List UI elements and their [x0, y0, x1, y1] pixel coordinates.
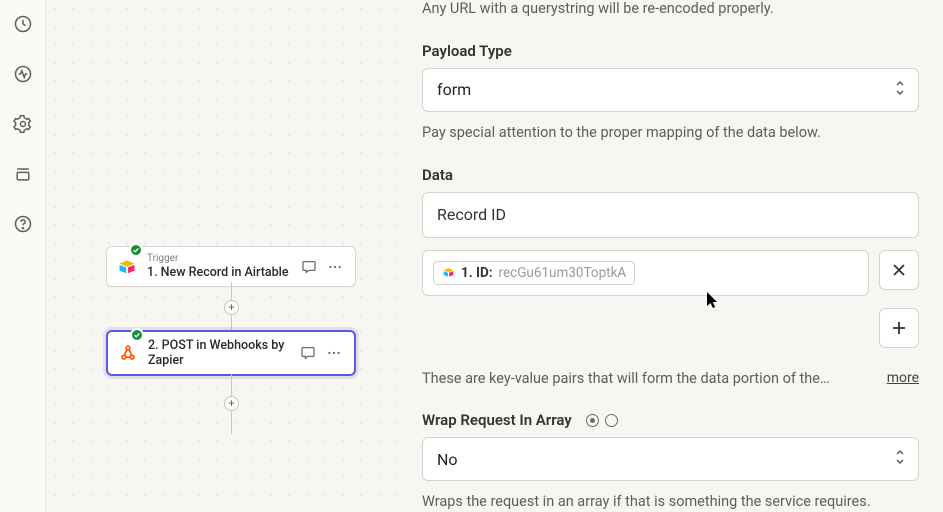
data-key-value: Record ID — [437, 205, 506, 224]
chevron-updown-icon — [894, 79, 906, 101]
radio-option[interactable] — [605, 414, 618, 427]
data-key-input[interactable]: Record ID — [422, 192, 919, 238]
radio-option-selected[interactable] — [586, 414, 599, 427]
step-title: 2. POST in Webhooks by Zapier — [148, 338, 292, 368]
airtable-icon — [442, 266, 455, 279]
webhooks-icon — [116, 341, 140, 365]
payload-type-value: form — [437, 80, 471, 99]
mapped-pill-value: recGu61um30ToptkA — [499, 265, 627, 281]
more-menu-icon[interactable] — [322, 341, 346, 365]
payload-type-select[interactable]: form — [422, 68, 919, 112]
status-ok-icon — [129, 243, 143, 257]
data-section-label: Data — [422, 166, 919, 184]
mapped-pill-step: 1. ID: — [461, 265, 493, 281]
step-settings-panel: Any URL with a querystring will be re-en… — [406, 0, 943, 512]
wrap-helper-text: Wraps the request in an array if that is… — [422, 491, 919, 512]
status-ok-icon — [130, 328, 144, 342]
clock-icon[interactable] — [9, 10, 37, 38]
data-helper-text: These are key-value pairs that will form… — [422, 368, 830, 390]
activity-icon[interactable] — [9, 60, 37, 88]
url-helper-text: Any URL with a querystring will be re-en… — [422, 0, 919, 20]
data-value-input[interactable]: 1. ID: recGu61um30ToptkA — [422, 250, 869, 296]
more-link[interactable]: more — [887, 370, 919, 386]
chevron-updown-icon — [894, 448, 906, 470]
payload-type-label: Payload Type — [422, 42, 919, 60]
left-nav-rail — [0, 0, 46, 512]
add-step-button[interactable]: + — [224, 300, 239, 315]
comment-icon[interactable] — [297, 255, 321, 279]
add-step-button[interactable]: + — [224, 396, 239, 411]
mapped-field-pill[interactable]: 1. ID: recGu61um30ToptkA — [433, 261, 635, 285]
step-title: 1. New Record in Airtable — [147, 265, 293, 280]
wrap-label: Wrap Request In Array — [422, 411, 919, 429]
wrap-value: No — [437, 450, 458, 469]
more-menu-icon[interactable] — [323, 255, 347, 279]
add-row-button[interactable] — [879, 308, 919, 348]
step-kicker: Trigger — [147, 253, 293, 265]
editor-canvas[interactable]: Trigger 1. New Record in Airtable + — [46, 0, 406, 512]
stack-icon[interactable] — [9, 160, 37, 188]
wrap-select[interactable]: No — [422, 437, 919, 481]
comment-icon[interactable] — [296, 341, 320, 365]
gear-icon[interactable] — [9, 110, 37, 138]
airtable-icon — [115, 255, 139, 279]
help-icon[interactable] — [9, 210, 37, 238]
wrap-radio-group[interactable] — [586, 414, 618, 427]
step-card-action[interactable]: 2. POST in Webhooks by Zapier — [106, 330, 356, 376]
payload-helper-text: Pay special attention to the proper mapp… — [422, 122, 919, 144]
remove-row-button[interactable] — [879, 250, 919, 290]
step-card-trigger[interactable]: Trigger 1. New Record in Airtable — [106, 246, 356, 287]
